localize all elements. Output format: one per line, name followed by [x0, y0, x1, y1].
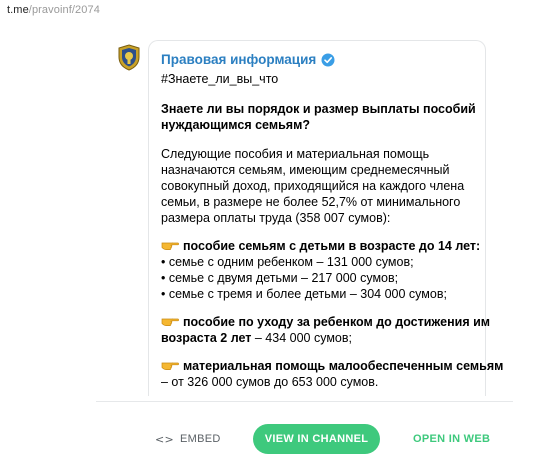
code-brackets-icon: <>	[155, 432, 175, 446]
section1-item-1: • семье с одним ребенком – 131 000 сумов…	[161, 255, 414, 269]
intro-line-2: назначаются семьям, имеющим среднемесячн…	[161, 163, 450, 177]
section1-title: пособие семьям с детьми в возрасте до 14…	[183, 239, 481, 253]
embed-label: EMBED	[180, 433, 221, 445]
intro-line-3: совокупный доход, приходящийся на каждог…	[161, 179, 465, 193]
section1-item-2: • семье с двумя детьми – 217 000 сумов;	[161, 271, 399, 285]
pointing-hand-icon	[161, 359, 179, 371]
channel-avatar[interactable]	[117, 44, 141, 71]
post-card: Правовая информация #Знаете_ли_вы_что Зн…	[148, 40, 503, 396]
post-hashtag[interactable]: #Знаете_ли_вы_что	[161, 72, 278, 86]
post-heading-line-2: нуждающимся семьям?	[161, 118, 310, 132]
intro-line-5: размера оплаты труда (358 007 сумов):	[161, 211, 391, 225]
channel-name[interactable]: Правовая информация	[161, 52, 316, 67]
section3-title-row: материальная помощь малообеспеченным сем…	[161, 358, 503, 374]
intro-line-4: семьи, в размере не более 52,7% от миним…	[161, 195, 461, 209]
url-host: t.me	[7, 4, 29, 16]
section2-title-cont: возраста 2 лет	[161, 331, 252, 345]
section2-amount: – 434 000 сумов;	[251, 331, 352, 345]
section2-title: пособие по уходу за ребенком до достижен…	[183, 315, 491, 329]
section2-title-row: пособие по уходу за ребенком до достижен…	[161, 314, 490, 330]
embed-button[interactable]: <> EMBED	[155, 431, 221, 447]
verified-badge-icon	[321, 53, 335, 67]
section1-title-row: пособие семьям с детьми в возрасте до 14…	[161, 238, 480, 254]
section3-line-2: – от 326 000 сумов до 653 000 сумов.	[161, 375, 379, 389]
section3-title: материальная помощь малообеспеченным сем…	[183, 359, 504, 373]
pointing-hand-icon	[161, 315, 179, 327]
section2-line-2: возраста 2 лет – 434 000 сумов;	[161, 330, 352, 346]
card-divider	[96, 401, 513, 402]
view-in-channel-button[interactable]: VIEW IN CHANNEL	[253, 424, 380, 454]
channel-header: Правовая информация	[161, 51, 335, 68]
section1-item-3: • семье с тремя и более детьми – 304 000…	[161, 287, 447, 301]
url-path: /pravoinf/2074	[28, 4, 100, 16]
intro-line-1: Следующие пособия и материальная помощь	[161, 147, 430, 161]
open-in-web-button[interactable]: OPEN IN WEB	[413, 431, 490, 447]
post-heading-line-1: Знаете ли вы порядок и размер выплаты по…	[161, 102, 476, 116]
address-bar[interactable]: t.me/pravoinf/2074	[7, 4, 100, 16]
pointing-hand-icon	[161, 239, 179, 251]
